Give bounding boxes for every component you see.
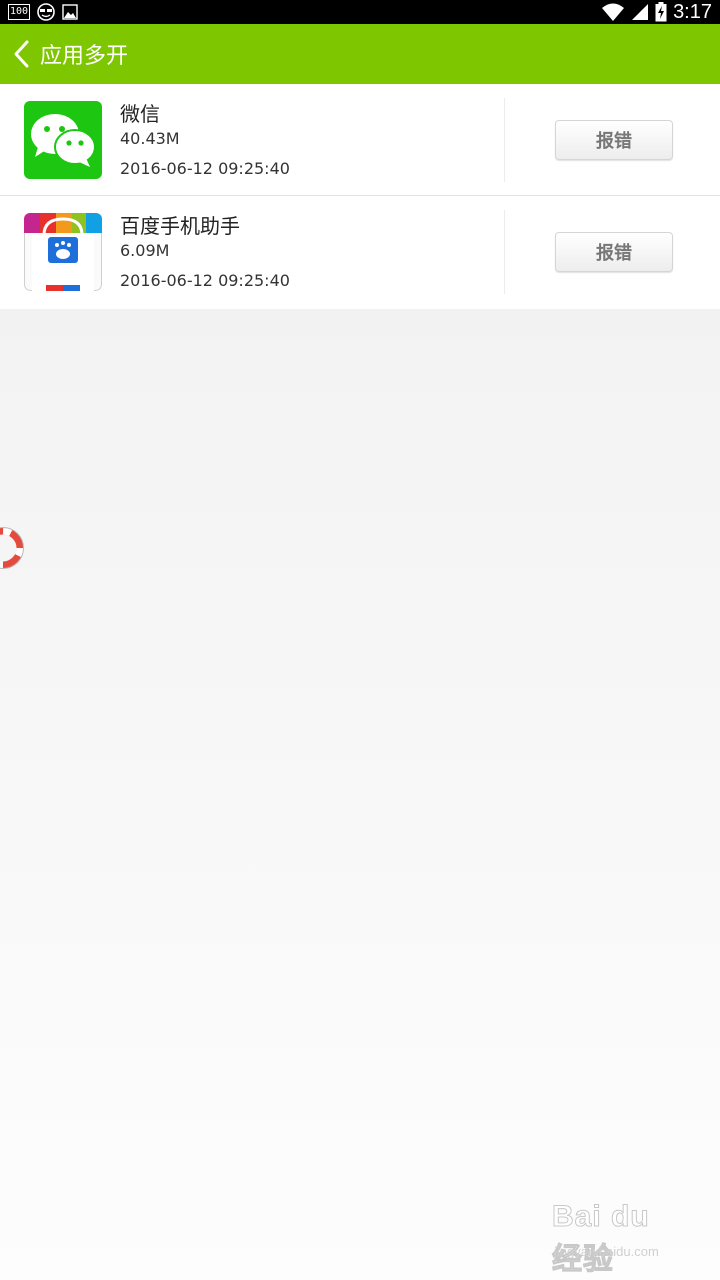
list-item[interactable]: 百度手机助手 6.09M 2016-06-12 09:25:40 报错 (0, 196, 720, 309)
wifi-icon (602, 3, 625, 21)
app-name: 微信 (120, 102, 160, 126)
list-item[interactable]: 微信 40.43M 2016-06-12 09:25:40 报错 (0, 84, 720, 196)
lifebuoy-icon (0, 527, 24, 569)
chevron-left-icon (14, 40, 29, 68)
battery-saver-icon: 100 (8, 4, 31, 20)
divider (504, 210, 505, 294)
report-error-button[interactable]: 报错 (555, 232, 673, 272)
app-size: 6.09M (120, 241, 170, 260)
status-time: 3:17 (673, 0, 712, 23)
status-bar: 100 3:17 (0, 0, 720, 24)
face-icon (37, 3, 55, 21)
floating-help-button[interactable] (0, 527, 24, 569)
image-icon (62, 4, 78, 20)
app-name: 百度手机助手 (120, 214, 240, 238)
baidu-assistant-icon (24, 213, 102, 291)
report-error-button[interactable]: 报错 (555, 120, 673, 160)
watermark-url: jingyan.baidu.com (554, 1244, 659, 1259)
page-title: 应用多开 (40, 44, 129, 69)
app-date: 2016-06-12 09:25:40 (120, 271, 290, 290)
back-button[interactable] (4, 24, 40, 84)
signal-icon (632, 4, 649, 20)
watermark: Bai du 经验 jingyan.baidu.com (552, 1200, 682, 1277)
wechat-icon (24, 101, 102, 179)
status-bar-left: 100 (8, 3, 78, 21)
watermark-logo: Bai du 经验 (552, 1200, 650, 1277)
app-info: 百度手机助手 6.09M 2016-06-12 09:25:40 (120, 212, 490, 292)
app-date: 2016-06-12 09:25:40 (120, 159, 290, 178)
battery-charging-icon (655, 2, 667, 22)
app-list: 微信 40.43M 2016-06-12 09:25:40 报错 百度手机助手 … (0, 84, 720, 309)
app-size: 40.43M (120, 129, 180, 148)
title-bar: 应用多开 (0, 24, 720, 84)
status-bar-right: 3:17 (601, 0, 712, 24)
divider (504, 98, 505, 182)
app-info: 微信 40.43M 2016-06-12 09:25:40 (120, 100, 490, 180)
